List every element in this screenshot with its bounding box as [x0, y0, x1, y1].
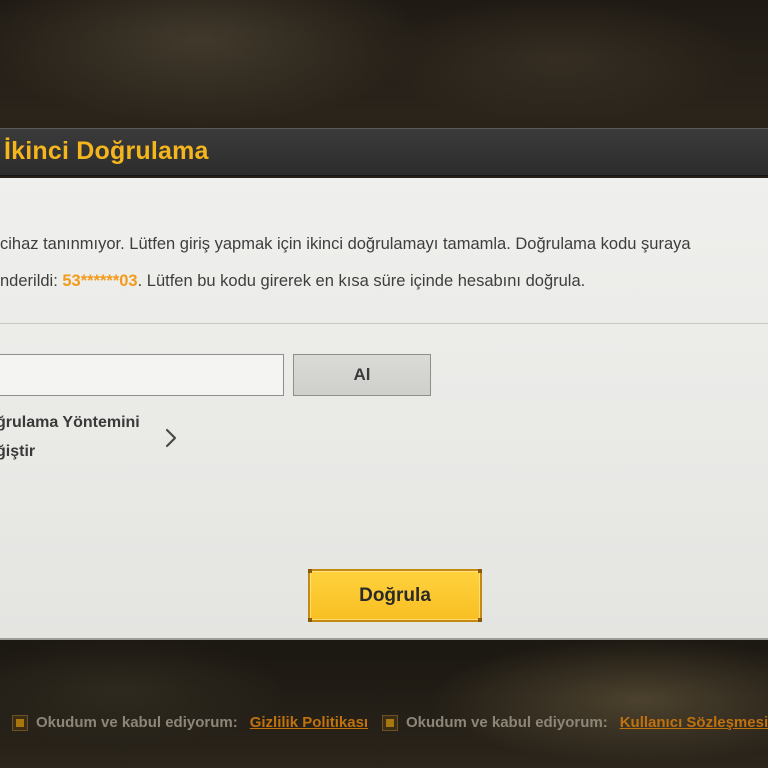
- divider: [0, 323, 768, 324]
- checkbox-tick: [386, 718, 394, 727]
- checkbox-tick: [16, 718, 24, 727]
- dialog-title: İkinci Doğrulama: [4, 137, 209, 165]
- get-code-button-label: Al: [353, 365, 371, 384]
- button-corner: [308, 569, 312, 573]
- masked-phone-number: 53******03: [62, 272, 138, 290]
- privacy-agreement: Okudum ve kabul ediyorum: Gizlilik Polit…: [12, 714, 368, 731]
- button-corner: [478, 618, 482, 622]
- dialog-title-bar: İkinci Doğrulama: [0, 128, 768, 176]
- agreement-footer: Okudum ve kabul ediyorum: Gizlilik Polit…: [0, 708, 768, 740]
- message-line-2: nderildi: 53******03. Lütfen bu kodu gir…: [0, 263, 768, 300]
- user-agreement-link[interactable]: Kullanıcı Sözleşmesi: [620, 714, 768, 731]
- button-corner: [308, 618, 312, 622]
- verification-code-input[interactable]: [0, 354, 284, 396]
- verify-button[interactable]: Doğrula: [308, 569, 482, 622]
- terms-agreement: Okudum ve kabul ediyorum: Kullanıcı Sözl…: [382, 714, 768, 731]
- change-method-line-2: ğiştir: [0, 443, 36, 460]
- message-line-2-suffix: . Lütfen bu kodu girerek en kısa süre iç…: [137, 272, 586, 290]
- verification-message: cihaz tanınmıyor. Lütfen giriş yapmak iç…: [0, 226, 768, 300]
- privacy-agreement-text: Okudum ve kabul ediyorum:: [36, 714, 238, 731]
- checkbox-icon[interactable]: [382, 714, 398, 731]
- change-verification-method[interactable]: ğrulama Yöntemini ğiştir: [0, 408, 190, 468]
- verify-button-label: Doğrula: [359, 584, 431, 606]
- message-line-2-prefix: nderildi:: [0, 272, 63, 290]
- message-line-1: cihaz tanınmıyor. Lütfen giriş yapmak iç…: [0, 235, 691, 253]
- chevron-right-icon: [165, 428, 177, 448]
- terms-agreement-text: Okudum ve kabul ediyorum:: [406, 714, 608, 731]
- change-method-label: ğrulama Yöntemini ğiştir: [0, 408, 140, 466]
- get-code-button[interactable]: Al: [293, 354, 431, 396]
- button-corner: [478, 569, 482, 573]
- privacy-policy-link[interactable]: Gizlilik Politikası: [250, 714, 368, 731]
- change-method-line-1: ğrulama Yöntemini: [0, 414, 140, 431]
- checkbox-icon[interactable]: [12, 714, 28, 731]
